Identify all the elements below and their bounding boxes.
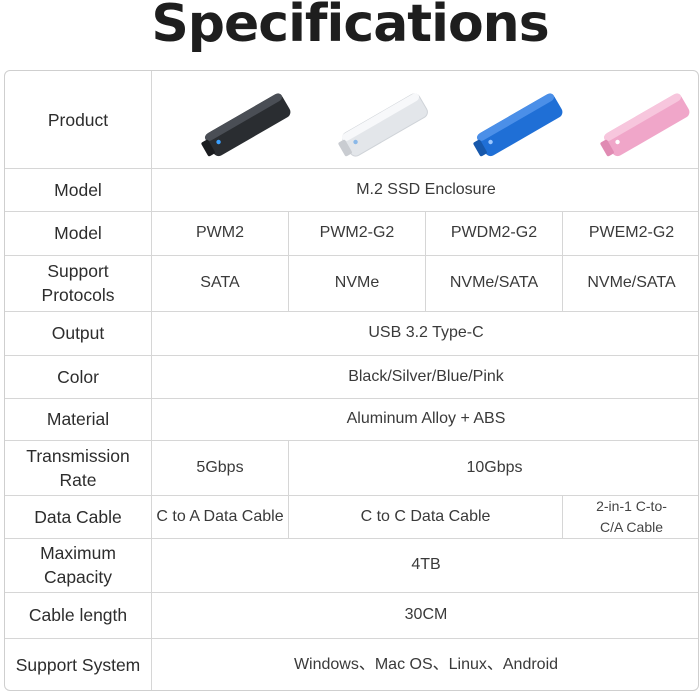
model-value: PWM2-G2 — [319, 224, 395, 241]
row-label-line: Support — [47, 261, 109, 281]
cable-value: C to C Data Cable — [360, 507, 491, 525]
row-label-output: Output — [51, 323, 105, 343]
protocol-value: NVMe/SATA — [449, 274, 539, 291]
model-value: PWM2 — [196, 224, 244, 241]
model-value: PWDM2-G2 — [450, 224, 538, 241]
cable-value-dual: 2-in-1 C-to- C/A Cable — [563, 495, 698, 538]
row-label-cable-length: Cable length — [28, 605, 128, 625]
product-images-svg — [201, 93, 690, 157]
row-label-model-family: Model — [54, 179, 102, 200]
row-label-line: Rate — [59, 469, 97, 490]
cable-value-line: C/A Cable — [599, 518, 664, 535]
cable-value: C to A Data Cable — [156, 507, 284, 525]
row-label-color: Color — [57, 366, 99, 387]
product-images — [152, 71, 698, 168]
enclosure-pink-image — [600, 93, 690, 157]
cable-length-value: 30CM — [404, 606, 448, 623]
rate-value: 5Gbps — [196, 458, 244, 476]
row-label-capacity: Maximum Capacity — [5, 538, 151, 592]
cable-value-line: 2-in-1 C-to- — [596, 497, 667, 514]
row-label-system: Support System — [15, 655, 141, 675]
row-label-line: Protocols — [41, 285, 115, 305]
page-title: Specifications — [151, 0, 549, 54]
material-value: Aluminum Alloy + ABS — [346, 410, 506, 427]
protocol-value: NVMe — [334, 274, 380, 291]
spec-table: Product Model M.2 SSD Enclosure Model PW… — [4, 70, 699, 691]
output-value: USB 3.2 Type-C — [368, 324, 484, 341]
row-label-material: Material — [46, 409, 110, 429]
enclosure-silver-image — [338, 93, 428, 157]
system-value: Windows、Mac OS、Linux、Android — [293, 656, 559, 673]
capacity-value: 4TB — [411, 556, 441, 573]
row-label-line: Maximum — [40, 543, 116, 563]
model-value: PWEM2-G2 — [588, 224, 675, 241]
model-family-value: M.2 SSD Enclosure — [356, 180, 496, 198]
rate-value: 10Gbps — [466, 458, 523, 476]
protocol-value: NVMe/SATA — [587, 274, 676, 291]
protocol-value: SATA — [200, 274, 240, 291]
row-label-cable: Data Cable — [34, 506, 122, 527]
enclosure-blue-image — [473, 93, 563, 157]
row-label-rate: Transmission Rate — [5, 440, 151, 495]
color-value: Black/Silver/Blue/Pink — [348, 367, 504, 385]
row-label-product: Product — [47, 109, 109, 130]
row-label-model: Model — [54, 223, 102, 243]
row-label-protocols: Support Protocols — [5, 255, 151, 311]
row-label-line: Transmission — [26, 445, 130, 466]
enclosure-black-image — [201, 93, 291, 157]
row-label-line: Capacity — [43, 567, 113, 587]
